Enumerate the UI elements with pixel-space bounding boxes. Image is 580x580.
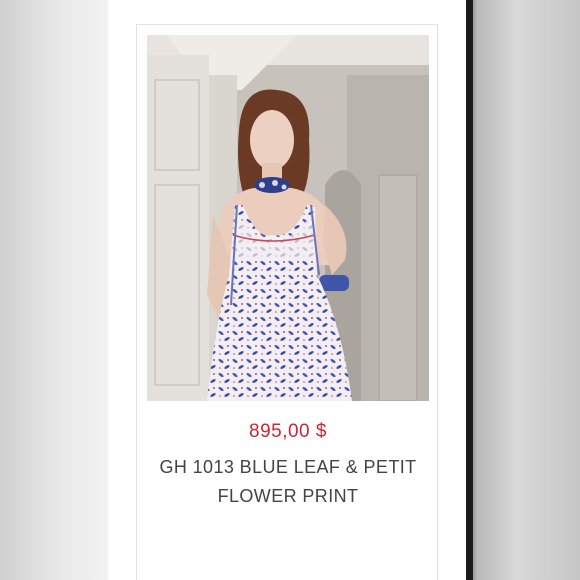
product-title-line-2: FLOWER PRINT — [217, 486, 359, 506]
model-photo-illustration — [147, 35, 429, 401]
product-title-line-1: GH 1013 BLUE LEAF & PETIT — [159, 457, 417, 477]
product-image[interactable] — [147, 35, 429, 401]
product-price: 895,00 $ — [249, 421, 327, 442]
product-card[interactable]: 895,00 $ GH 1013 BLUE LEAF & PETIT FLOWE… — [136, 24, 438, 580]
product-title[interactable]: GH 1013 BLUE LEAF & PETIT FLOWER PRINT — [137, 453, 439, 511]
background-left — [0, 0, 108, 580]
background-right — [466, 0, 580, 580]
device-edge — [466, 0, 473, 580]
product-page: 895,00 $ GH 1013 BLUE LEAF & PETIT FLOWE… — [108, 0, 466, 580]
